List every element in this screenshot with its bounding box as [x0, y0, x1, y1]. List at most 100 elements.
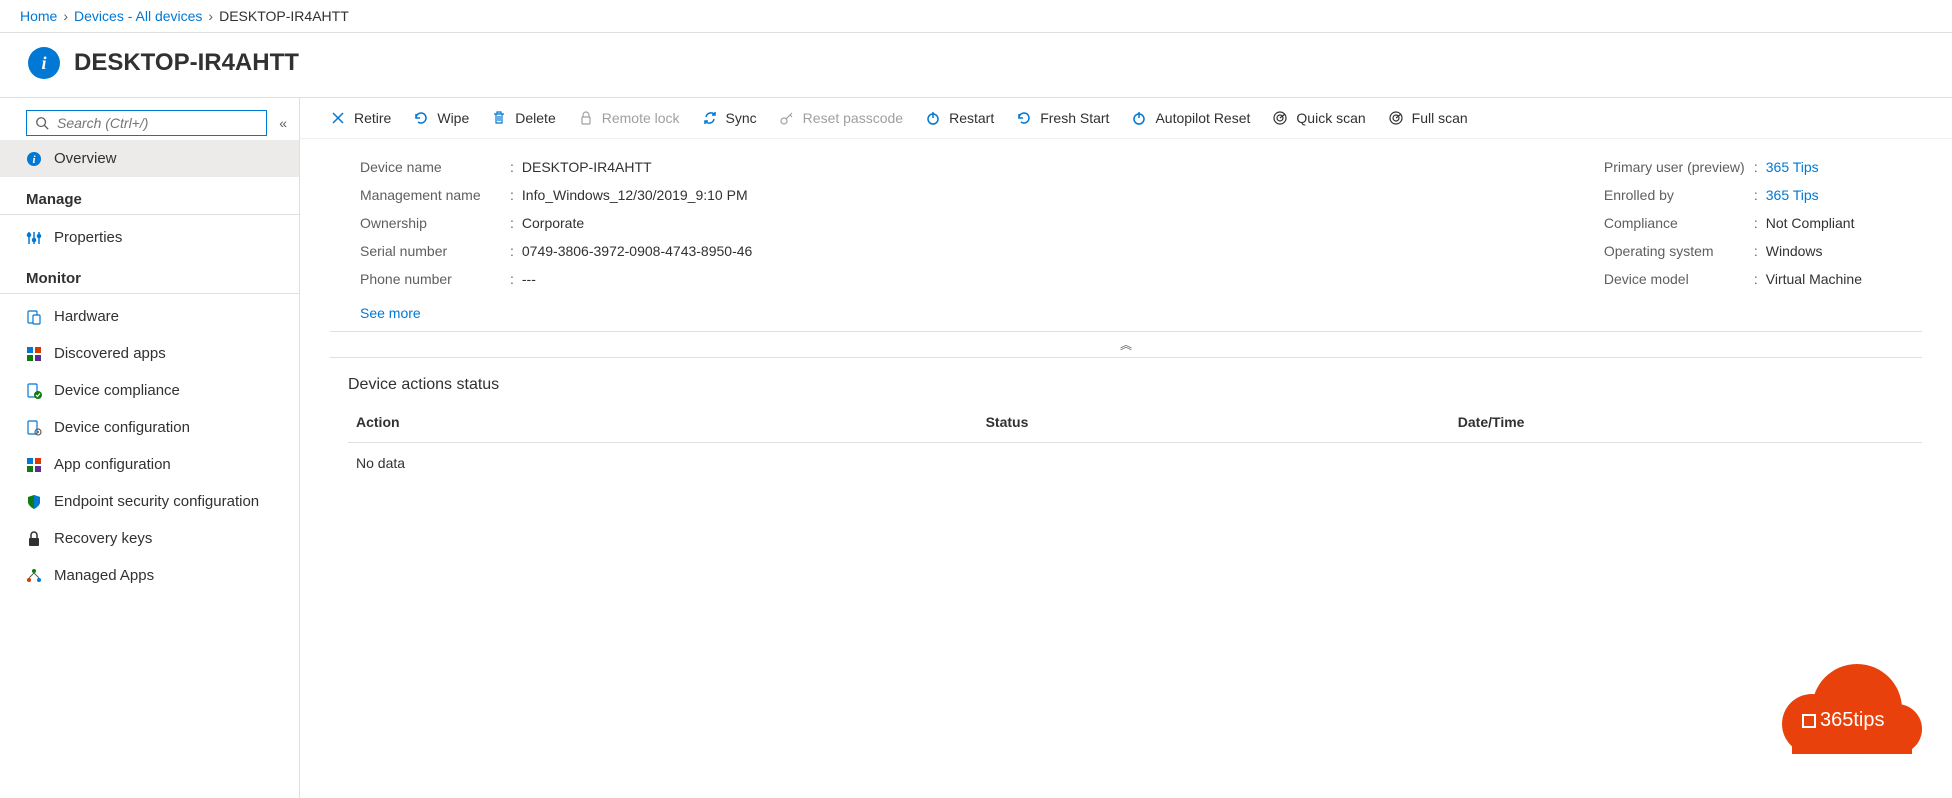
model-value: Virtual Machine [1766, 271, 1862, 287]
device-name-label: Device name [360, 159, 510, 175]
sidebar-item-properties[interactable]: Properties [0, 219, 299, 256]
column-status[interactable]: Status [978, 402, 1450, 443]
sidebar-item-discovered-apps[interactable]: Discovered apps [0, 335, 299, 372]
sidebar-item-label: Managed Apps [54, 567, 154, 584]
delete-button[interactable]: Delete [491, 110, 555, 126]
apps-icon [26, 346, 42, 362]
see-more-link[interactable]: See more [360, 305, 421, 321]
shield-icon [26, 494, 42, 510]
model-label: Device model [1604, 271, 1754, 287]
sidebar: « i Overview Manage Properties Monitor H… [0, 98, 300, 798]
sidebar-item-label: Overview [54, 150, 117, 167]
sidebar-section-manage: Manage [0, 177, 299, 215]
primary-user-label: Primary user (preview) [1604, 159, 1754, 175]
phone-value: --- [522, 271, 536, 287]
logo-badge: 365tips [1772, 664, 1922, 754]
search-box[interactable] [26, 110, 267, 136]
sync-icon [702, 110, 718, 126]
autopilot-reset-button[interactable]: Autopilot Reset [1131, 110, 1250, 126]
ownership-value: Corporate [522, 215, 584, 231]
restart-button[interactable]: Restart [925, 110, 994, 126]
chevron-right-icon: › [208, 8, 213, 24]
collapse-sidebar-button[interactable]: « [275, 111, 291, 135]
trash-icon [491, 110, 507, 126]
quick-scan-button[interactable]: Quick scan [1272, 110, 1365, 126]
table-row: No data [348, 443, 1922, 484]
compliance-label: Compliance [1604, 215, 1754, 231]
device-check-icon [26, 383, 42, 399]
sliders-icon [26, 230, 42, 246]
sidebar-item-app-configuration[interactable]: App configuration [0, 446, 299, 483]
info-icon: i [26, 151, 42, 167]
sync-button[interactable]: Sync [702, 110, 757, 126]
full-scan-button[interactable]: Full scan [1388, 110, 1468, 126]
power-icon [925, 110, 941, 126]
compliance-value: Not Compliant [1766, 215, 1855, 231]
sidebar-item-recovery-keys[interactable]: Recovery keys [0, 520, 299, 557]
reset-passcode-button: Reset passcode [779, 110, 903, 126]
device-actions-table: Action Status Date/Time No data [348, 402, 1922, 483]
sidebar-item-device-configuration[interactable]: Device configuration [0, 409, 299, 446]
os-label: Operating system [1604, 243, 1754, 259]
phone-label: Phone number [360, 271, 510, 287]
power-icon [1131, 110, 1147, 126]
chevron-right-icon: › [63, 8, 68, 24]
radar-icon [1272, 110, 1288, 126]
device-actions-title: Device actions status [300, 358, 1952, 402]
main-content: Retire Wipe Delete Remote lock Sync Rese… [300, 98, 1952, 798]
undo-icon [1016, 110, 1032, 126]
sidebar-item-label: Properties [54, 229, 122, 246]
sidebar-item-label: Device configuration [54, 419, 190, 436]
apps-icon [26, 457, 42, 473]
serial-value: 0749-3806-3972-0908-4743-8950-46 [522, 243, 752, 259]
device-icon [26, 309, 42, 325]
radar-icon [1388, 110, 1404, 126]
ownership-label: Ownership [360, 215, 510, 231]
sidebar-item-hardware[interactable]: Hardware [0, 298, 299, 335]
fresh-start-button[interactable]: Fresh Start [1016, 110, 1109, 126]
column-date[interactable]: Date/Time [1450, 402, 1922, 443]
toolbar: Retire Wipe Delete Remote lock Sync Rese… [300, 98, 1952, 139]
sidebar-item-device-compliance[interactable]: Device compliance [0, 372, 299, 409]
breadcrumb: Home › Devices - All devices › DESKTOP-I… [0, 0, 1952, 33]
column-action[interactable]: Action [348, 402, 978, 443]
lock-icon [578, 110, 594, 126]
no-data-cell: No data [348, 443, 978, 484]
sidebar-item-overview[interactable]: i Overview [0, 140, 299, 177]
key-icon [779, 110, 795, 126]
retire-button[interactable]: Retire [330, 110, 391, 126]
sidebar-item-endpoint-security[interactable]: Endpoint security configuration [0, 483, 299, 520]
os-value: Windows [1766, 243, 1823, 259]
breadcrumb-home[interactable]: Home [20, 8, 57, 24]
lock-icon [26, 531, 42, 547]
sidebar-section-monitor: Monitor [0, 256, 299, 294]
primary-user-link[interactable]: 365 Tips [1766, 159, 1819, 175]
info-icon: i [28, 47, 60, 79]
chevron-up-icon: ︽ [1120, 338, 1132, 352]
enrolled-by-label: Enrolled by [1604, 187, 1754, 203]
management-name-label: Management name [360, 187, 510, 203]
page-title: DESKTOP-IR4AHTT [74, 49, 299, 77]
remote-lock-button: Remote lock [578, 110, 680, 126]
breadcrumb-current: DESKTOP-IR4AHTT [219, 8, 349, 24]
sidebar-item-managed-apps[interactable]: Managed Apps [0, 557, 299, 594]
page-header: i DESKTOP-IR4AHTT [0, 33, 1952, 98]
sidebar-item-label: Hardware [54, 308, 119, 325]
breadcrumb-devices[interactable]: Devices - All devices [74, 8, 202, 24]
search-input[interactable] [57, 115, 258, 131]
management-name-value: Info_Windows_12/30/2019_9:10 PM [522, 187, 748, 203]
enrolled-by-link[interactable]: 365 Tips [1766, 187, 1819, 203]
device-gear-icon [26, 420, 42, 436]
collapse-details-button[interactable]: ︽ [330, 331, 1922, 358]
sidebar-item-label: Endpoint security configuration [54, 493, 259, 510]
network-icon [26, 568, 42, 584]
x-icon [330, 110, 346, 126]
undo-icon [413, 110, 429, 126]
cloud-icon: 365tips [1772, 664, 1922, 754]
sidebar-item-label: Discovered apps [54, 345, 166, 362]
wipe-button[interactable]: Wipe [413, 110, 469, 126]
serial-label: Serial number [360, 243, 510, 259]
device-name-value: DESKTOP-IR4AHTT [522, 159, 652, 175]
device-details: Device name : DESKTOP-IR4AHTT Management… [300, 139, 1952, 331]
sidebar-item-label: Recovery keys [54, 530, 152, 547]
